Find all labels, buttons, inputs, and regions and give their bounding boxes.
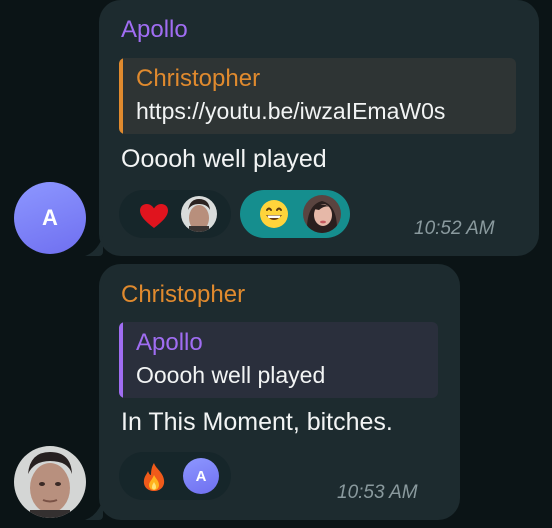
apollo-mini-avatar: A bbox=[183, 458, 219, 494]
reply-bar bbox=[119, 322, 123, 398]
avatar-letter: A bbox=[195, 467, 207, 485]
fire-icon bbox=[141, 462, 167, 492]
reply-quote[interactable]: Christopher https://youtu.be/iwzaIEmaW0s bbox=[119, 58, 516, 134]
reply-bar bbox=[119, 58, 123, 134]
reaction-heart[interactable] bbox=[119, 190, 231, 238]
christopher-avatar[interactable] bbox=[14, 446, 86, 518]
reaction-grin-selected[interactable] bbox=[240, 190, 350, 238]
reply-quote[interactable]: Apollo Ooooh well played bbox=[119, 322, 438, 398]
reply-text: Ooooh well played bbox=[136, 362, 326, 388]
reply-sender-name: Apollo bbox=[136, 329, 203, 356]
message-time: 10:53 AM bbox=[337, 482, 418, 503]
chat-view: Apollo Christopher https://youtu.be/iwza… bbox=[0, 0, 552, 528]
apollo-avatar[interactable]: A bbox=[14, 182, 86, 254]
sender-name[interactable]: Apollo bbox=[121, 16, 188, 44]
woman-mini-avatar bbox=[303, 195, 341, 233]
avatar-letter: A bbox=[42, 205, 58, 230]
sender-name[interactable]: Christopher bbox=[121, 281, 245, 309]
message-time: 10:52 AM bbox=[414, 218, 495, 239]
reaction-fire[interactable]: A bbox=[119, 452, 231, 500]
reply-sender-name: Christopher bbox=[136, 65, 261, 92]
message-text: In This Moment, bitches. bbox=[121, 408, 393, 436]
grinning-face-icon bbox=[259, 199, 289, 229]
message-bubble-apollo[interactable]: Apollo Christopher https://youtu.be/iwza… bbox=[99, 0, 539, 256]
christopher-mini-avatar bbox=[181, 196, 217, 232]
reply-text: https://youtu.be/iwzaIEmaW0s bbox=[136, 98, 446, 124]
red-heart-icon bbox=[139, 203, 169, 229]
message-bubble-christopher[interactable]: Christopher Apollo Ooooh well played In … bbox=[99, 264, 460, 520]
message-text: Ooooh well played bbox=[121, 145, 327, 173]
